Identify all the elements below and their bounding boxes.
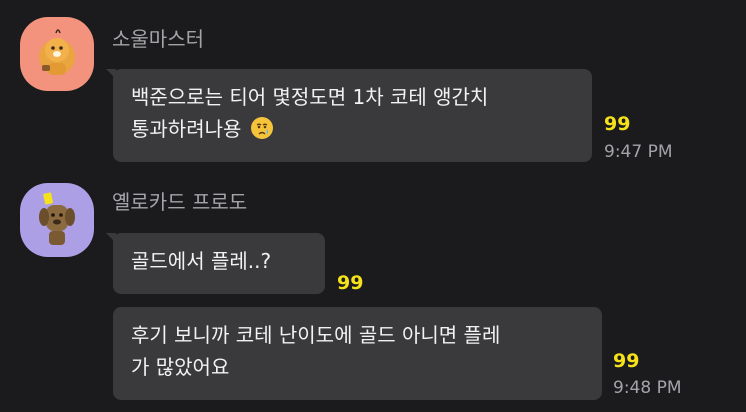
avatar-yellowcard-frodo[interactable] <box>20 183 94 257</box>
message-text-line: 골드에서 플레..? <box>131 249 272 273</box>
message-bubble[interactable]: 후기 보니까 코테 난이도에 골드 아니면 플레 가 많았어요 <box>113 307 602 400</box>
message-text-line: 통과하려나용 <box>131 113 574 145</box>
message-text-line: 가 많았어요 <box>131 355 230 379</box>
crying-face-icon <box>250 116 274 140</box>
lion-character-icon <box>39 29 75 75</box>
sender-name: 옐로카드 프로도 <box>112 190 248 214</box>
message-time: 9:47 PM <box>604 142 673 162</box>
avatar-soulmaster[interactable] <box>20 17 94 91</box>
message-bubble[interactable]: 백준으로는 티어 몇정도면 1차 코테 앵간치 통과하려나용 <box>113 69 592 162</box>
message-bubble[interactable]: 골드에서 플레..? <box>113 233 325 294</box>
unread-count: 99 <box>337 272 364 294</box>
message-time: 9:48 PM <box>613 378 682 398</box>
message-text-line: 백준으로는 티어 몇정도면 1차 코테 앵간치 <box>131 85 489 109</box>
unread-count: 99 <box>604 113 631 135</box>
unread-count: 99 <box>613 350 640 372</box>
sender-name: 소울마스터 <box>112 27 204 51</box>
dog-character-icon <box>39 192 75 245</box>
message-text-line: 후기 보니까 코테 난이도에 골드 아니면 플레 <box>131 323 501 347</box>
